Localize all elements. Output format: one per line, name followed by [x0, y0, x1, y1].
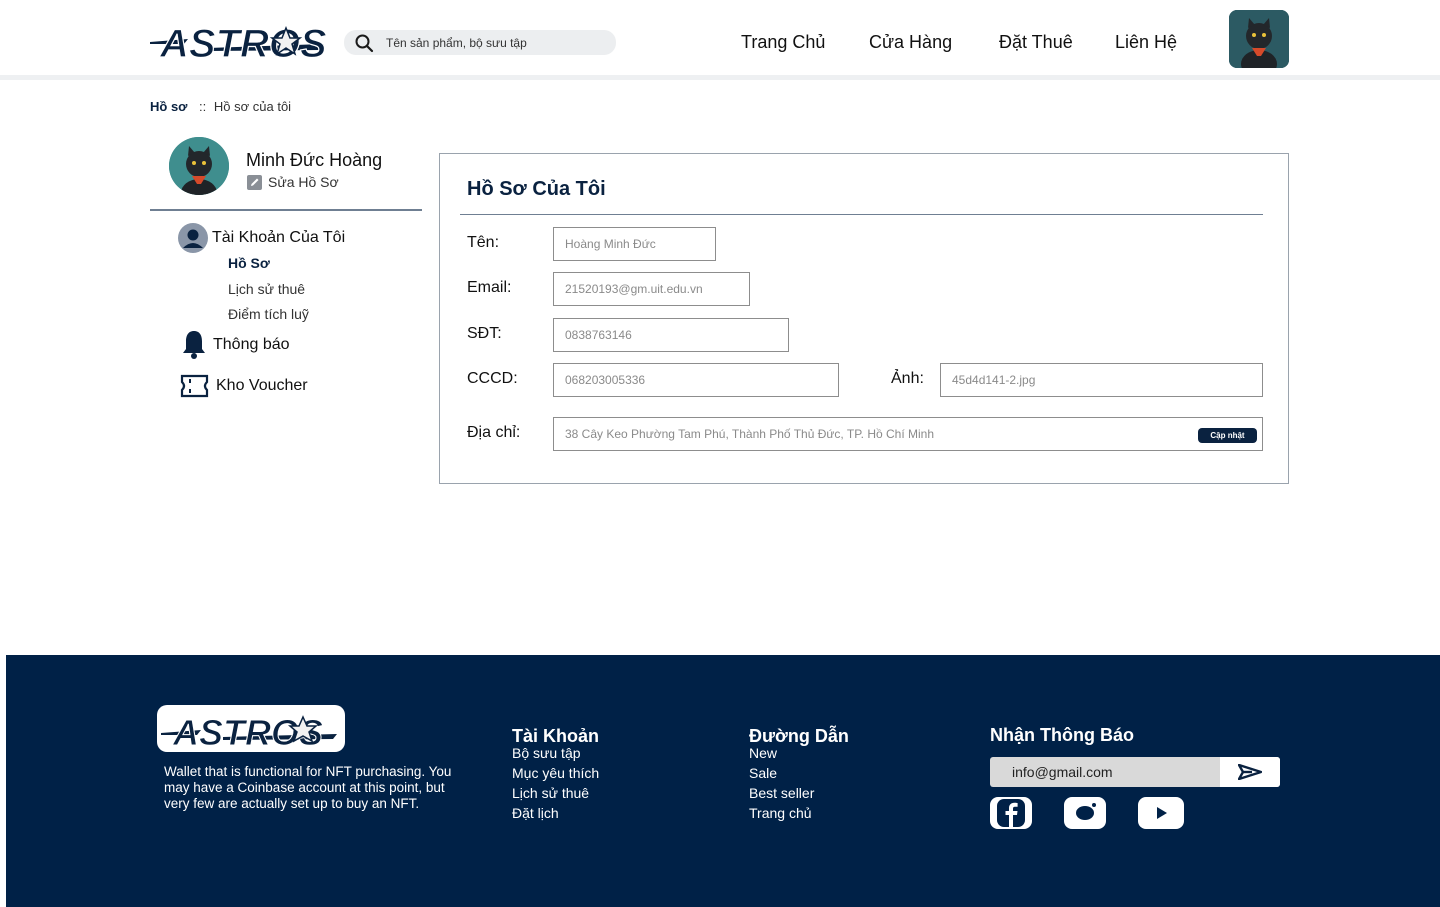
profile-card-title: Hồ Sơ Của Tôi [467, 178, 606, 200]
nav-home[interactable]: Trang Chủ [741, 32, 825, 53]
profile-user-name: Minh Đức Hoàng [246, 150, 383, 170]
profile-avatar [169, 137, 229, 195]
phone-label: SĐT: [467, 325, 502, 342]
id-card-label: CCCD: [467, 370, 518, 387]
footer-link-best-seller[interactable]: Best seller [749, 785, 814, 801]
breadcrumb-current: Hồ sơ của tôi [213, 99, 292, 114]
footer-link-home[interactable]: Trang chủ [749, 805, 812, 821]
name-field[interactable] [553, 227, 716, 261]
profile-card: Hồ Sơ Của Tôi Tên: Email: SĐT: CCCD: Ảnh… [439, 153, 1289, 484]
footer-newsletter-title: Nhận Thông Báo [990, 725, 1134, 745]
bell-icon [183, 331, 205, 359]
user-avatar[interactable] [1229, 10, 1289, 68]
profile-card-divider [460, 214, 1263, 215]
phone-field[interactable] [553, 318, 789, 352]
footer-link-rental-history[interactable]: Lịch sử thuê [512, 785, 589, 801]
ticket-icon [180, 374, 209, 398]
id-card-field[interactable] [553, 363, 839, 397]
cat-avatar-image [169, 137, 229, 195]
photo-label: Ảnh: [891, 370, 924, 387]
sidebar-subitem-profile[interactable]: Hồ Sơ [228, 255, 270, 271]
update-button[interactable]: Cập nhật [1198, 428, 1257, 443]
edit-profile-label: Sửa Hồ Sơ [268, 174, 339, 190]
address-field[interactable] [553, 417, 1263, 451]
youtube-button[interactable] [1138, 797, 1184, 829]
breadcrumb-separator: :: [199, 99, 207, 114]
instagram-icon [1076, 803, 1096, 820]
site-footer: ASTROS Wallet that is functional for NFT… [6, 655, 1440, 907]
search-icon[interactable] [354, 33, 374, 53]
footer-logo-box: ASTROS [157, 705, 345, 754]
facebook-icon [997, 799, 1025, 827]
search-input[interactable] [386, 33, 606, 52]
nav-shop[interactable]: Cửa Hàng [869, 32, 952, 53]
footer-link-favorites[interactable]: Mục yêu thích [512, 765, 599, 781]
nav-rent[interactable]: Đặt Thuê [999, 32, 1073, 53]
send-icon [1238, 764, 1262, 780]
email-label: Email: [467, 279, 512, 296]
edit-profile-link[interactable]: Sửa Hồ Sơ [247, 174, 339, 190]
cat-avatar-image [1229, 10, 1289, 68]
footer-link-collections[interactable]: Bộ sưu tập [512, 745, 581, 761]
search-bar[interactable] [344, 30, 616, 55]
breadcrumb-root-link[interactable]: Hồ sơ [150, 99, 187, 114]
youtube-icon [1157, 807, 1167, 819]
astros-logo[interactable]: ASTROS [148, 14, 326, 66]
email-field[interactable] [553, 272, 750, 306]
astros-logo[interactable]: ASTROS [157, 705, 345, 754]
sidebar-subitem-rental-history[interactable]: Lịch sử thuê [228, 281, 305, 297]
sidebar-item-voucher[interactable]: Kho Voucher [180, 374, 308, 398]
sidebar-item-notifications-label: Thông báo [213, 336, 290, 353]
footer-link-new[interactable]: New [749, 745, 777, 761]
newsletter-send-button[interactable] [1220, 757, 1280, 787]
newsletter-form [990, 757, 1280, 787]
footer-link-booking[interactable]: Đặt lịch [512, 805, 559, 821]
facebook-button[interactable] [990, 797, 1032, 829]
footer-links-title: Đường Dẫn [749, 726, 849, 746]
footer-link-sale[interactable]: Sale [749, 765, 777, 781]
sidebar-subitem-points[interactable]: Điểm tích luỹ [228, 306, 309, 322]
newsletter-email-input[interactable] [990, 757, 1220, 787]
name-label: Tên: [467, 234, 500, 251]
photo-field[interactable] [940, 363, 1263, 397]
sidebar-item-account-label: Tài Khoản Của Tôi [212, 229, 346, 246]
sidebar-divider [150, 209, 422, 211]
footer-description: Wallet that is functional for NFT purcha… [164, 764, 452, 811]
sidebar-item-notifications[interactable]: Thông báo [182, 330, 290, 360]
site-header: ASTROS Trang Chủ Cửa Hàng Đặt Thuê Liên … [0, 0, 1440, 80]
pencil-icon [247, 174, 262, 190]
sidebar-item-account[interactable]: Tài Khoản Của Tôi [178, 223, 345, 253]
address-label: Địa chỉ: [467, 424, 521, 441]
footer-account-title: Tài Khoản [512, 726, 600, 746]
sidebar-item-voucher-label: Kho Voucher [216, 377, 308, 394]
breadcrumb: Hồ sơ :: Hồ sơ của tôi [150, 99, 291, 114]
user-circle-icon [178, 223, 208, 253]
svg-text:ASTROS: ASTROS [159, 22, 326, 66]
nav-contact[interactable]: Liên Hệ [1115, 32, 1177, 53]
instagram-button[interactable] [1064, 797, 1106, 829]
